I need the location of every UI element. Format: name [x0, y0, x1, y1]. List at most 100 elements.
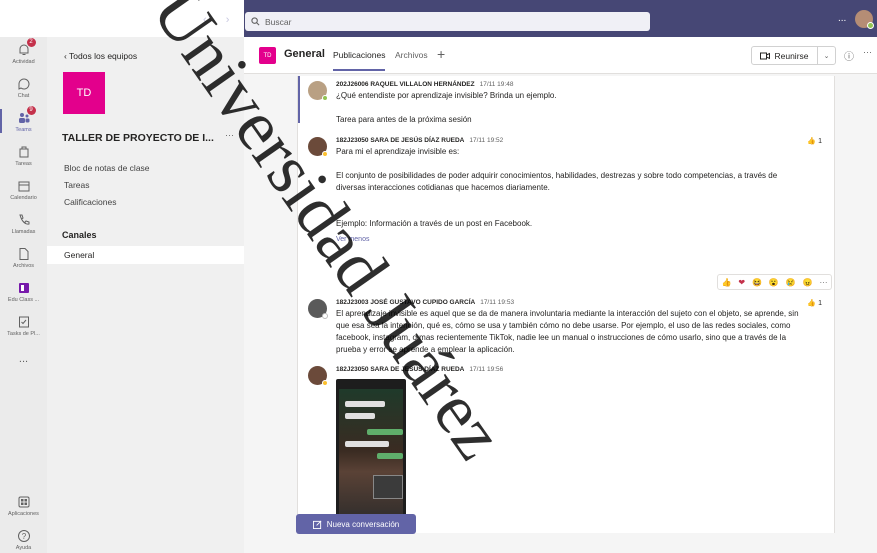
rail-calendar[interactable]: Calendario: [0, 179, 47, 201]
status-available-icon: [322, 95, 328, 101]
chat-bubble: [345, 441, 389, 447]
rail-activity[interactable]: 2 Actividad: [0, 38, 47, 65]
post-author: 182J23050 SARA DE JESÚS DÍAZ RUEDA: [336, 366, 465, 373]
grades-link[interactable]: Calificaciones: [64, 197, 116, 207]
team-more-button[interactable]: ···: [225, 130, 234, 140]
avatar: [308, 81, 328, 101]
search-input[interactable]: Buscar: [245, 12, 650, 31]
rail-chat[interactable]: Chat: [0, 77, 47, 99]
post-time: 17/11 19:53: [480, 299, 515, 306]
new-conversation-button[interactable]: Nueva conversación: [296, 514, 416, 534]
header-more-button[interactable]: ···: [863, 47, 872, 57]
like-count[interactable]: 👍 1: [807, 299, 822, 307]
surprised-reaction-icon[interactable]: 😮: [769, 278, 779, 287]
rail-edu-class[interactable]: Edu Class ...: [0, 281, 47, 303]
chat-icon: [17, 77, 31, 91]
meet-label: Reunirse: [774, 50, 809, 61]
rail-apps[interactable]: Aplicaciones: [0, 495, 47, 517]
post-line: ¿Qué entendiste por aprendizaje invisibl…: [336, 91, 557, 100]
search-placeholder: Buscar: [265, 16, 292, 27]
post-meta: 182J23050 SARA DE JESÚS DÍAZ RUEDA 17/11 …: [336, 366, 826, 373]
screenshot-content: [339, 389, 403, 527]
post-author: 202J26006 RAQUEL VILLALON HERNÁNDEZ: [336, 81, 475, 88]
meet-button[interactable]: Reunirse ⌄: [751, 46, 836, 65]
chat-bubble: [367, 429, 403, 435]
posts-feed: 202J26006 RAQUEL VILLALON HERNÁNDEZ 17/11…: [297, 76, 835, 533]
rail-tasks-planner[interactable]: Tasks de Pl...: [0, 315, 47, 337]
post-line: diversas interacciones cotidianas que ha…: [336, 183, 550, 192]
rail-calls[interactable]: Llamadas: [0, 213, 47, 235]
rail-more-apps[interactable]: ...: [0, 353, 47, 365]
like-reaction-icon[interactable]: 👍: [721, 278, 731, 287]
tab-posts[interactable]: Publicaciones: [333, 50, 386, 71]
add-tab-button[interactable]: +: [437, 46, 445, 62]
see-less-link[interactable]: Ver menos: [336, 236, 826, 243]
channel-general[interactable]: General: [47, 246, 244, 264]
rail-calls-label: Llamadas: [11, 229, 36, 235]
post-body: 202J26006 RAQUEL VILLALON HERNÁNDEZ 17/11…: [336, 81, 826, 126]
settings-more-button[interactable]: ...: [838, 13, 846, 24]
avatar: [308, 137, 328, 157]
post-line: que esa sea la intención, qué es, cómo s…: [336, 321, 791, 330]
heart-reaction-icon[interactable]: ❤: [738, 278, 745, 287]
meet-dropdown-chevron-icon[interactable]: ⌄: [817, 47, 835, 64]
post-author: 182J23050 SARA DE JESÚS DÍAZ RUEDA: [336, 137, 465, 144]
angry-reaction-icon[interactable]: 😠: [803, 278, 813, 287]
post-line: Ejemplo: Información a través de un post…: [336, 219, 533, 228]
new-post-indicator: [298, 76, 300, 123]
more-options-icon[interactable]: ···: [820, 278, 828, 287]
meet-now-button[interactable]: Reunirse: [752, 51, 817, 61]
post-time: 17/11 19:56: [469, 366, 504, 373]
rail-files[interactable]: Archivos: [0, 247, 47, 269]
chat-bubble: [345, 401, 385, 407]
attached-screenshot-image[interactable]: [336, 379, 406, 533]
post-time: 17/11 19:48: [479, 81, 514, 88]
user-avatar[interactable]: [855, 10, 874, 29]
sad-reaction-icon[interactable]: 😢: [786, 278, 796, 287]
apps-icon: [17, 495, 31, 509]
tab-files[interactable]: Archivos: [395, 50, 428, 60]
channel-header: TD General Publicaciones Archivos + Reun…: [244, 37, 877, 74]
back-to-teams-link[interactable]: ‹ Todos los equipos: [64, 51, 137, 61]
like-count[interactable]: 👍 1: [807, 137, 822, 145]
rail-chat-label: Chat: [17, 93, 30, 99]
team-avatar: TD: [63, 72, 105, 114]
rail-assignments[interactable]: Tareas: [0, 145, 47, 167]
status-away-icon: [322, 380, 328, 386]
assignments-icon: [17, 145, 31, 159]
calendar-icon: [17, 179, 31, 193]
post-line: Tarea para antes de la próxima sesión: [336, 115, 472, 124]
channel-info-icon[interactable]: ⓘ: [844, 48, 854, 63]
post-line: Para mi el aprendizaje invisible es:: [336, 147, 460, 156]
search-icon: [251, 17, 260, 26]
team-name: TALLER DE PROYECTO DE I...: [62, 132, 214, 144]
phone-icon: [17, 213, 31, 227]
help-icon: ?: [17, 529, 31, 543]
post-meta: 202J26006 RAQUEL VILLALON HERNÁNDEZ 17/11…: [336, 81, 826, 88]
rail-teams[interactable]: 9 Teams: [0, 106, 47, 133]
post-meta: 182J23050 SARA DE JESÚS DÍAZ RUEDA 17/11 …: [336, 137, 826, 144]
status-available-icon: [867, 22, 874, 29]
file-icon: [17, 247, 31, 261]
rail-assignments-label: Tareas: [15, 161, 32, 167]
post-body: 182J23050 SARA DE JESÚS DÍAZ RUEDA 17/11 …: [336, 137, 826, 243]
activity-badge: 2: [26, 38, 36, 47]
rail-help-label: Ayuda: [15, 545, 32, 551]
thumbs-up-icon: 👍: [807, 138, 817, 145]
post-line: facebook, instagram, o mas recientemente…: [336, 333, 787, 342]
post-body: 182J23003 JOSÉ GUSTAVO CUPIDO GARCÍA 17/1…: [336, 299, 826, 356]
back-forward-buttons[interactable]: ‹ ›: [203, 14, 237, 26]
post-author: 182J23003 JOSÉ GUSTAVO CUPIDO GARCÍA: [336, 299, 476, 306]
rail-edu-class-label: Edu Class ...: [7, 297, 40, 303]
chat-bubble: [345, 413, 375, 419]
class-notebook-link[interactable]: Bloc de notas de clase: [64, 163, 150, 173]
assignments-link[interactable]: Tareas: [64, 180, 90, 190]
planner-icon: [17, 315, 31, 329]
laugh-reaction-icon[interactable]: 😆: [752, 278, 762, 287]
post-time: 17/11 19:52: [469, 137, 504, 144]
rail-help[interactable]: ? Ayuda: [0, 529, 47, 551]
post-body: 182J23050 SARA DE JESÚS DÍAZ RUEDA 17/11 …: [336, 366, 826, 533]
svg-text:?: ?: [21, 532, 26, 541]
